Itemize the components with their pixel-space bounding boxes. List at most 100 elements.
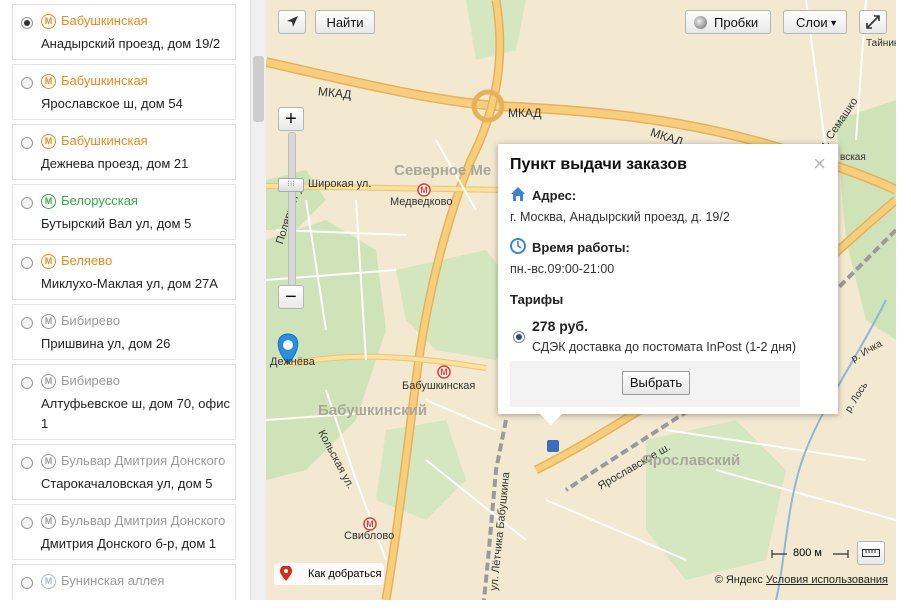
map-label-street: Широкая ул.: [308, 178, 372, 190]
svg-text:М: М: [420, 185, 428, 195]
list-item[interactable]: М Белорусская Бутырский Вал ул, дом 5: [12, 184, 236, 240]
metro-icon: М: [41, 574, 56, 589]
popup-title: Пункт выдачи заказов: [510, 156, 687, 173]
pickup-address: Бутырский Вал ул, дом 5: [41, 216, 192, 231]
map-label-street: Дежнёва: [270, 356, 315, 368]
map-label-metro: Бабушкинская: [402, 380, 476, 392]
ruler-button[interactable]: [857, 541, 885, 565]
zoom-slider-handle[interactable]: ⁝⁝⁝: [278, 178, 304, 192]
route-link[interactable]: Как добраться: [274, 563, 384, 585]
list-item[interactable]: М Беляево Миклухо-Маклая ул, дом 27А: [12, 244, 236, 300]
layers-button-label: Слои: [796, 15, 828, 30]
tariff-radio[interactable]: [513, 331, 525, 343]
copyright-brand: © Яндекс: [714, 574, 763, 586]
pickup-radio[interactable]: [21, 577, 33, 589]
locate-button[interactable]: [278, 10, 306, 34]
zoom-slider-track[interactable]: [288, 132, 296, 286]
list-item[interactable]: М Бибирево Алтуфьевское ш, дом 70, офис 1: [12, 364, 236, 440]
map-district-label: Ярославский: [642, 452, 741, 469]
pickup-radio[interactable]: [21, 317, 33, 329]
map-label-place: вская: [840, 152, 866, 163]
svg-text:М: М: [366, 519, 374, 529]
pickup-radio[interactable]: [21, 17, 33, 29]
station-name: Белорусская: [61, 193, 138, 208]
list-item[interactable]: М Бунинская аллея: [12, 564, 236, 600]
pickup-address: Алтуфьевское ш, дом 70, офис 1: [41, 396, 230, 431]
page-margin: [896, 0, 911, 616]
list-item[interactable]: М Бульвар Дмитрия Донского Старокачаловска…: [12, 444, 236, 500]
map-district-label: Бабушкинский: [318, 402, 428, 419]
map-label-mkad: МКАД: [508, 106, 542, 120]
house-icon: [511, 187, 525, 201]
tariffs-header: Тарифы: [510, 292, 564, 307]
address-value: г. Москва, Анадырский проезд, д. 19/2: [510, 210, 730, 224]
map[interactable]: М М М МКАД МКАД МКАД Широкая ул. Полярна…: [266, 0, 896, 600]
hours-header: Время работы:: [532, 240, 630, 255]
location-arrow-icon: [287, 16, 298, 27]
metro-icon: М: [41, 14, 56, 29]
list-item[interactable]: М Бибирево Пришвина ул, дом 26: [12, 304, 236, 360]
list-scrollbar[interactable]: [250, 0, 267, 600]
pickup-point-list: М Бабушкинская Анадырский проезд, дом 19/2…: [0, 0, 250, 600]
station-name: Беляево: [61, 253, 113, 268]
metro-icon: М: [41, 134, 56, 149]
hours-value: пн.-вс.09:00-21:00: [510, 262, 615, 276]
pickup-radio[interactable]: [21, 77, 33, 89]
chevron-down-icon: ▼: [829, 18, 838, 28]
station-name: Бибирево: [61, 373, 120, 388]
map-pin-icon: [280, 566, 292, 581]
pickup-address: Старокачаловская ул, дом 5: [41, 476, 213, 491]
pickup-radio[interactable]: [21, 197, 33, 209]
terms-link[interactable]: Условия использования: [766, 574, 888, 586]
pickup-radio[interactable]: [21, 377, 33, 389]
tariff-price: 278 руб.: [532, 318, 588, 334]
scale-bar: 800 м: [771, 547, 849, 560]
traffic-light-icon: [694, 16, 707, 29]
route-label: Как добраться: [308, 568, 382, 580]
metro-icon: М: [41, 454, 56, 469]
ruler-icon: [862, 549, 880, 557]
scale-label: 800 м: [793, 547, 822, 559]
list-item[interactable]: М Бабушкинская Анадырский проезд, дом 19/2: [12, 4, 236, 60]
pickup-radio[interactable]: [21, 457, 33, 469]
traffic-button[interactable]: Пробки: [685, 10, 771, 34]
find-button[interactable]: Найти: [315, 10, 375, 34]
pickup-address: Анадырский проезд, дом 19/2: [41, 36, 221, 51]
pickup-address: Дмитрия Донского б-р, дом 1: [41, 536, 217, 551]
metro-icon: М: [41, 254, 56, 269]
station-name: Бабушкинская: [61, 73, 148, 88]
list-item[interactable]: М Бабушкинская Дежнева проезд, дом 21: [12, 124, 236, 180]
pickup-radio[interactable]: [21, 517, 33, 529]
zoom-in-button[interactable]: +: [278, 107, 304, 131]
pickup-address: Ярославское ш, дом 54: [41, 96, 183, 111]
pickup-address: Пришвина ул, дом 26: [41, 336, 171, 351]
pickup-radio[interactable]: [21, 257, 33, 269]
copyright: © Яндекс Условия использования: [715, 574, 888, 586]
pickup-address: Дежнева проезд, дом 21: [41, 156, 189, 171]
list-item[interactable]: М Бабушкинская Ярославское ш, дом 54: [12, 64, 236, 120]
popup-tail: [540, 414, 562, 425]
expand-icon: [866, 15, 880, 29]
station-name: Бульвар Дмитрия Донского: [61, 513, 226, 528]
layers-button[interactable]: Слои ▼: [783, 10, 847, 34]
scrollbar-thumb[interactable]: [253, 56, 264, 122]
metro-icon: М: [41, 514, 56, 529]
metro-icon: М: [41, 374, 56, 389]
tariff-service: СДЭК доставка до постомата InPost (1-2 д…: [532, 340, 797, 354]
list-item[interactable]: М Бульвар Дмитрия Донского Дмитрия Донског…: [12, 504, 236, 560]
map-district-label: Северное Ме: [394, 162, 492, 179]
traffic-button-label: Пробки: [714, 15, 759, 30]
pickup-address: Миклухо-Маклая ул, дом 27А: [41, 276, 218, 291]
map-label-metro: Свиблово: [344, 530, 395, 542]
station-name: Бабушкинская: [61, 13, 148, 28]
station-name: Бунинская аллея: [61, 573, 165, 588]
svg-text:М: М: [440, 367, 448, 377]
select-button[interactable]: Выбрать: [622, 371, 690, 395]
map-label-metro: Медведково: [390, 196, 453, 208]
close-icon[interactable]: ×: [813, 153, 826, 175]
fullscreen-button[interactable]: [859, 10, 887, 34]
tariff-action-box: Выбрать: [510, 361, 800, 407]
clock-icon: [510, 238, 526, 254]
pickup-radio[interactable]: [21, 137, 33, 149]
zoom-out-button[interactable]: −: [278, 285, 304, 309]
